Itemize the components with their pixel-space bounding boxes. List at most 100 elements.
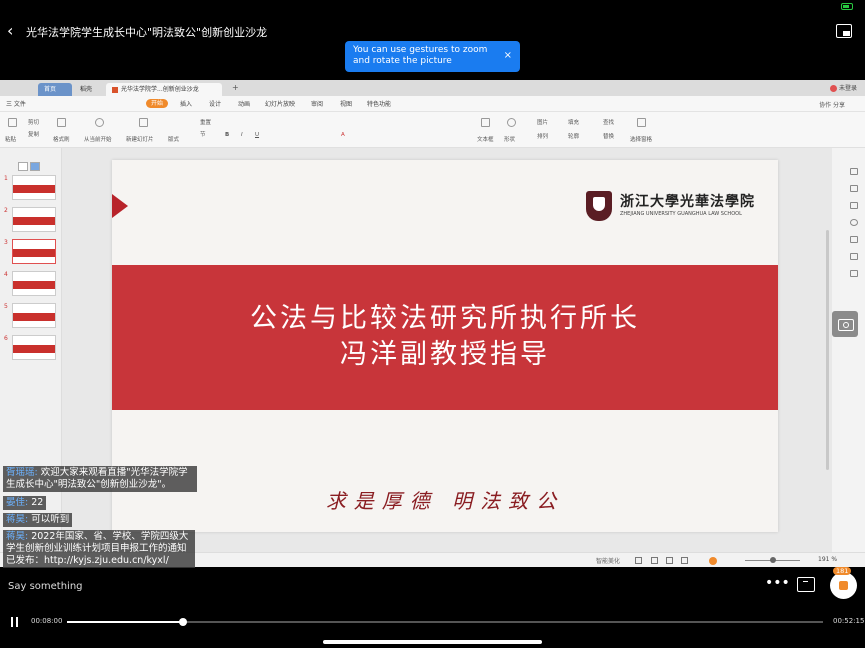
smart-beautify-button[interactable]: 智能美化 [596, 556, 620, 565]
gesture-toast: You can use gestures to zoom and rotate … [345, 41, 520, 72]
italic-icon[interactable]: I [241, 132, 243, 138]
vertical-scrollbar[interactable] [826, 230, 829, 470]
thumbnail-band [13, 249, 55, 257]
find-button[interactable]: 查找 [603, 118, 614, 126]
slide-thumbnail[interactable] [12, 303, 56, 328]
play-icon[interactable] [95, 118, 104, 127]
notes-icon[interactable] [635, 557, 642, 564]
animation-icon[interactable] [850, 202, 858, 209]
slide-thumbnail[interactable] [12, 207, 56, 232]
slide-thumbnail[interactable] [12, 271, 56, 296]
thumbnail-number: 6 [4, 335, 8, 342]
collab-share[interactable]: 协作 分享 [819, 100, 845, 109]
live-player-screen: ‹ 光华法学院学生成长中心"明法致公"创新创业沙龙 You can use ge… [0, 0, 865, 648]
menu-slideshow[interactable]: 幻灯片放映 [265, 99, 295, 108]
picture-button[interactable]: 图片 [537, 118, 548, 126]
tab-docer[interactable]: 稻壳 [74, 83, 104, 96]
fill-button[interactable]: 填充 [568, 118, 579, 126]
menu-file[interactable]: 三 文件 [6, 99, 26, 108]
outline-view-icon[interactable] [18, 162, 28, 171]
zoom-slider[interactable] [745, 557, 800, 563]
shape-button[interactable]: 形状 [504, 135, 515, 143]
user-login[interactable]: 未登录 [829, 83, 857, 92]
new-tab-icon[interactable]: + [232, 83, 239, 92]
textbox-button[interactable]: 文本框 [477, 135, 494, 143]
arrange-button[interactable]: 排列 [537, 132, 548, 140]
underline-icon[interactable]: U [255, 132, 259, 138]
slide-view-icon[interactable] [30, 162, 40, 171]
thumbnail-band [13, 345, 55, 353]
design-icon[interactable] [850, 185, 858, 192]
menu-animation[interactable]: 动画 [238, 99, 250, 108]
play-from-current-button[interactable]: 从当前开始 [84, 135, 112, 143]
more-options-icon[interactable]: ••• [765, 575, 790, 595]
home-indicator[interactable] [323, 640, 542, 644]
pause-icon[interactable] [11, 617, 19, 627]
progress-fill [67, 621, 183, 623]
comment-input[interactable]: Say something [8, 581, 83, 592]
paste-button[interactable]: 粘贴 [5, 135, 16, 143]
format-painter-icon[interactable] [57, 118, 66, 127]
slide-thumbnail-active[interactable] [12, 239, 56, 264]
new-slide-button[interactable]: 新建幻灯片 [126, 135, 154, 143]
section-button[interactable]: 节 [200, 130, 206, 138]
reset-button[interactable]: 重置 [200, 118, 211, 126]
menu-design[interactable]: 设计 [209, 99, 221, 108]
menu-bar: 三 文件 开始 插入 设计 动画 幻灯片放映 审阅 视图 特色功能 协作 分享 [0, 96, 865, 112]
zoom-slider-knob[interactable] [769, 557, 776, 563]
textbox-icon[interactable] [481, 118, 490, 127]
playback-progress[interactable] [67, 618, 823, 626]
font-color-icon[interactable]: A [341, 132, 345, 138]
current-time: 00:08:00 [31, 617, 63, 625]
outline-button[interactable]: 轮廓 [568, 132, 579, 140]
zoom-level[interactable]: 191 % [818, 556, 837, 563]
back-icon[interactable]: ‹ [7, 22, 21, 40]
format-painter-button[interactable]: 格式刷 [53, 135, 70, 143]
tab-home[interactable]: 首页 [38, 83, 72, 96]
copy-button[interactable]: 复制 [28, 130, 39, 138]
chat-message: 蒋昊: 可以听到 [3, 513, 73, 527]
select-pane-button[interactable]: 选择窗格 [630, 135, 652, 143]
slide-thumbnail[interactable] [12, 335, 56, 360]
properties-icon[interactable] [850, 168, 858, 175]
thumbnail-number: 3 [4, 239, 8, 246]
current-slide: 浙江大學光華法學院 ZHEJIANG UNIVERSITY GUANGHUA L… [112, 160, 778, 532]
toast-close-icon[interactable]: × [504, 50, 512, 61]
backup-icon[interactable] [850, 236, 858, 243]
thumbs-up-icon[interactable] [830, 572, 857, 599]
sorter-view-icon[interactable] [666, 557, 673, 564]
reading-view-icon[interactable] [681, 557, 688, 564]
menu-insert[interactable]: 插入 [180, 99, 192, 108]
menu-view[interactable]: 视图 [340, 99, 352, 108]
thumbnail-view-toggle[interactable] [18, 156, 42, 171]
menu-review[interactable]: 审阅 [311, 99, 323, 108]
adjust-icon[interactable] [850, 270, 858, 277]
normal-view-icon[interactable] [651, 557, 658, 564]
bold-icon[interactable]: B [225, 132, 229, 138]
slide-thumbnail[interactable] [12, 175, 56, 200]
select-pane-icon[interactable] [637, 118, 646, 127]
thumbnail-number: 1 [4, 175, 8, 182]
gift-icon[interactable] [797, 577, 815, 592]
progress-knob[interactable] [178, 618, 187, 626]
chat-text: 可以听到 [28, 514, 70, 525]
layout-button[interactable]: 版式 [168, 135, 179, 143]
screenshot-camera-icon[interactable] [832, 311, 858, 337]
thumbnail-band [13, 281, 55, 289]
paste-icon[interactable] [8, 118, 17, 127]
cut-button[interactable]: 剪切 [28, 118, 39, 126]
slideshow-play-icon[interactable] [709, 557, 717, 565]
picture-in-picture-icon[interactable] [836, 24, 852, 38]
like-control[interactable]: 181 [830, 567, 858, 599]
style-icon[interactable] [850, 219, 858, 226]
toast-text: You can use gestures to zoom and rotate … [353, 45, 488, 66]
replace-button[interactable]: 替换 [603, 132, 614, 140]
tab-document[interactable]: 光华法学院学...创新创业沙龙 [106, 83, 222, 96]
new-slide-icon[interactable] [139, 118, 148, 127]
chat-message: 晏佳: 22 [3, 496, 47, 510]
menu-features[interactable]: 特色功能 [367, 99, 391, 108]
menu-home[interactable]: 开始 [146, 99, 169, 108]
slide-triangle-decoration [112, 194, 128, 218]
settings-icon[interactable] [850, 253, 858, 260]
shape-icon[interactable] [507, 118, 516, 127]
